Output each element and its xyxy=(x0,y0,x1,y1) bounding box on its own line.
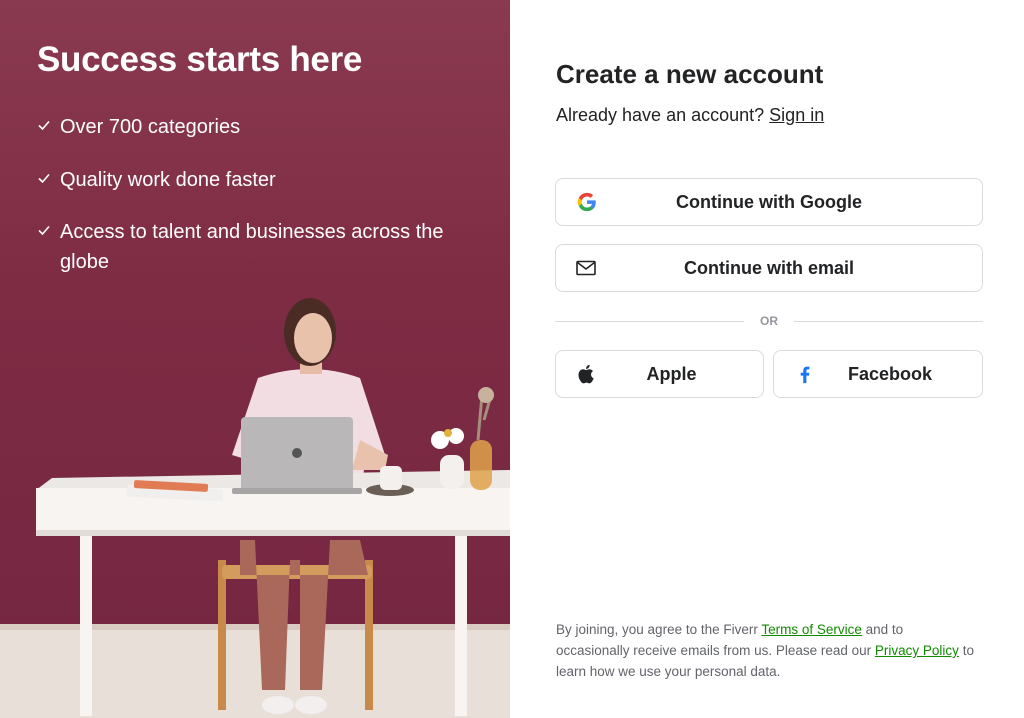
google-button-label: Continue with Google xyxy=(676,191,862,212)
envelope-icon xyxy=(576,260,596,276)
benefit-text: Over 700 categories xyxy=(60,116,241,138)
signup-panel: Create a new account Already have an acc… xyxy=(510,0,1024,718)
benefit-text: Access to talent and businesses across t… xyxy=(60,221,444,273)
divider-line xyxy=(794,320,983,322)
signin-link[interactable]: Sign in xyxy=(769,105,824,125)
privacy-policy-link[interactable]: Privacy Policy xyxy=(875,643,959,658)
page-title: Create a new account xyxy=(556,59,824,89)
benefit-text: Quality work done faster xyxy=(60,169,276,191)
check-icon xyxy=(38,120,50,131)
continue-with-facebook-button[interactable]: Facebook xyxy=(773,350,983,398)
hero-panel: Success starts here Over 700 categories … xyxy=(0,0,510,718)
signin-prompt-line: Already have an account? Sign in xyxy=(556,105,824,126)
hero-title: Success starts here xyxy=(37,40,363,79)
continue-with-google-button[interactable]: Continue with Google xyxy=(555,178,983,226)
divider-line xyxy=(555,320,744,322)
continue-with-apple-button[interactable]: Apple xyxy=(555,350,764,398)
check-icon xyxy=(38,173,50,184)
email-button-label: Continue with email xyxy=(683,257,854,278)
signin-prompt: Already have an account? xyxy=(556,105,765,125)
divider-text: OR xyxy=(760,314,778,328)
legal-text: By joining, you agree to the Fiverr xyxy=(556,622,762,637)
facebook-button-label: Facebook xyxy=(847,363,933,384)
benefits-list: Over 700 categories Quality work done fa… xyxy=(37,112,477,297)
google-icon xyxy=(576,191,598,213)
facebook-icon xyxy=(794,363,816,385)
check-icon xyxy=(38,225,50,236)
benefit-item: Over 700 categories xyxy=(37,112,477,142)
or-divider: OR xyxy=(555,312,983,330)
continue-with-email-button[interactable]: Continue with email xyxy=(555,244,983,292)
benefit-item: Quality work done faster xyxy=(37,165,477,195)
benefit-item: Access to talent and businesses across t… xyxy=(37,217,477,277)
apple-button-label: Apple xyxy=(646,363,697,384)
terms-of-service-link[interactable]: Terms of Service xyxy=(761,622,862,637)
apple-icon xyxy=(576,363,598,385)
hero-illustration xyxy=(0,298,510,718)
legal-notice: By joining, you agree to the Fiverr Term… xyxy=(556,619,976,682)
